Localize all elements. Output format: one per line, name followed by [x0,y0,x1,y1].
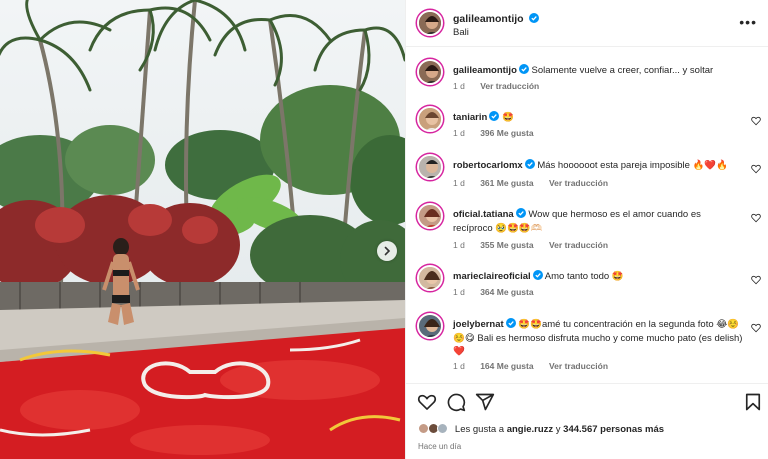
comment-avatar[interactable] [417,203,443,229]
comment-time[interactable]: 1 d [453,361,465,371]
comment-translate-link[interactable]: Ver traducción [549,361,608,371]
verified-badge-icon [518,64,529,74]
author-username-text[interactable]: galileamontijo [453,13,524,25]
post-location[interactable]: Bali [453,27,469,38]
post-date[interactable]: Hace un día [418,442,461,451]
comment-username[interactable]: marieclaireoficial [453,271,531,282]
heart-icon[interactable] [751,275,761,285]
comment-text: 🤩 [501,112,514,123]
chevron-right-icon [384,246,391,256]
more-options-icon[interactable]: ••• [739,14,757,30]
caption-author-avatar[interactable] [417,59,443,85]
avatar-image [419,156,441,178]
caption-translate-link[interactable]: Ver traducción [480,81,539,91]
share-icon[interactable] [475,392,495,412]
comment-like-count[interactable]: 164 Me gusta [480,361,533,371]
comment-meta: 1 d 361 Me gusta Ver traducción [453,178,621,188]
comment-text-block: robertocarlomx Más hoooooot esta pareja … [453,159,743,173]
heart-icon[interactable] [417,392,437,412]
heart-icon[interactable] [751,164,761,174]
comment-meta: 1 d 355 Me gusta Ver traducción [453,240,621,250]
caption-text-block: galileamontijo Solamente vuelve a creer,… [453,64,743,78]
comment-text: Más hoooooot esta pareja imposible 🔥❤️🔥 [537,160,729,171]
verified-badge-icon [489,111,500,121]
comment-text-block: joelybernat 🤩🤩amé tu concentración en la… [453,318,743,359]
avatar-image [419,315,441,337]
post-photo-image [0,0,405,459]
avatar-image [419,61,441,83]
avatar-image [419,205,441,227]
comment-avatar[interactable] [417,265,443,291]
comment-text-block: taniarin 🤩 [453,111,743,125]
next-photo-button[interactable] [377,241,397,261]
comment-username[interactable]: oficial.tatiana [453,209,514,220]
comment-icon[interactable] [446,392,466,412]
comment-username[interactable]: robertocarlomx [453,160,523,171]
comment-translate-link[interactable]: Ver traducción [549,178,608,188]
comments-list: galileamontijo Solamente vuelve a creer,… [406,48,768,380]
heart-icon[interactable] [751,213,761,223]
avatar-image [419,108,441,130]
post-side-panel: galileamontijo Bali ••• galileamontijo S… [405,0,768,459]
post-header: galileamontijo Bali ••• [406,0,768,47]
verified-badge-icon [505,318,516,328]
comment-avatar[interactable] [417,313,443,339]
bookmark-icon[interactable] [743,392,763,412]
comment-meta: 1 d 164 Me gusta Ver traducción [453,361,621,371]
comment-time[interactable]: 1 d [453,240,465,250]
heart-icon[interactable] [751,323,761,333]
post-actions-bar [406,383,768,419]
comment-avatar[interactable] [417,154,443,180]
comment-meta: 1 d 364 Me gusta [453,287,547,297]
author-avatar[interactable] [417,10,443,36]
comment-time[interactable]: 1 d [453,128,465,138]
likes-user[interactable]: angie.ruzz [507,424,553,435]
caption-meta: 1 d Ver traducción [453,81,552,91]
caption-text: Solamente vuelve a creer, confiar... y s… [531,65,714,76]
comment-time[interactable]: 1 d [453,178,465,188]
comment-text-block: marieclaireoficial Amo tanto todo 🤩 [453,270,743,284]
likes-prefix: Les gusta a [454,424,505,435]
comment-username[interactable]: taniarin [453,112,487,123]
verified-badge-icon [528,13,539,23]
heart-icon[interactable] [751,116,761,126]
caption-time[interactable]: 1 d [453,81,465,91]
post-photo [0,0,405,459]
comment-meta: 1 d 396 Me gusta [453,128,547,138]
comment-text: Amo tanto todo 🤩 [544,271,624,282]
comment-username[interactable]: joelybernat [453,319,504,330]
avatar-image [419,267,441,289]
comment-like-count[interactable]: 355 Me gusta [480,240,533,250]
comment-avatar[interactable] [417,106,443,132]
likes-connector: y [555,424,561,435]
avatar-image [419,12,441,34]
verified-badge-icon [524,159,535,169]
comment-like-count[interactable]: 396 Me gusta [480,128,533,138]
likes-summary: Les gusta a angie.ruzz y 344.567 persona… [418,423,664,435]
liker-avatar [437,423,449,434]
comment-like-count[interactable]: 361 Me gusta [480,178,533,188]
comment-text-block: oficial.tatiana Wow que hermoso es el am… [453,208,743,235]
comment-translate-link[interactable]: Ver traducción [549,240,608,250]
comment-like-count[interactable]: 364 Me gusta [480,287,533,297]
likes-count[interactable]: 344.567 personas más [563,424,664,435]
caption-username[interactable]: galileamontijo [453,65,517,76]
author-username[interactable]: galileamontijo [453,13,539,25]
verified-badge-icon [532,270,543,280]
comment-time[interactable]: 1 d [453,287,465,297]
verified-badge-icon [515,208,526,218]
